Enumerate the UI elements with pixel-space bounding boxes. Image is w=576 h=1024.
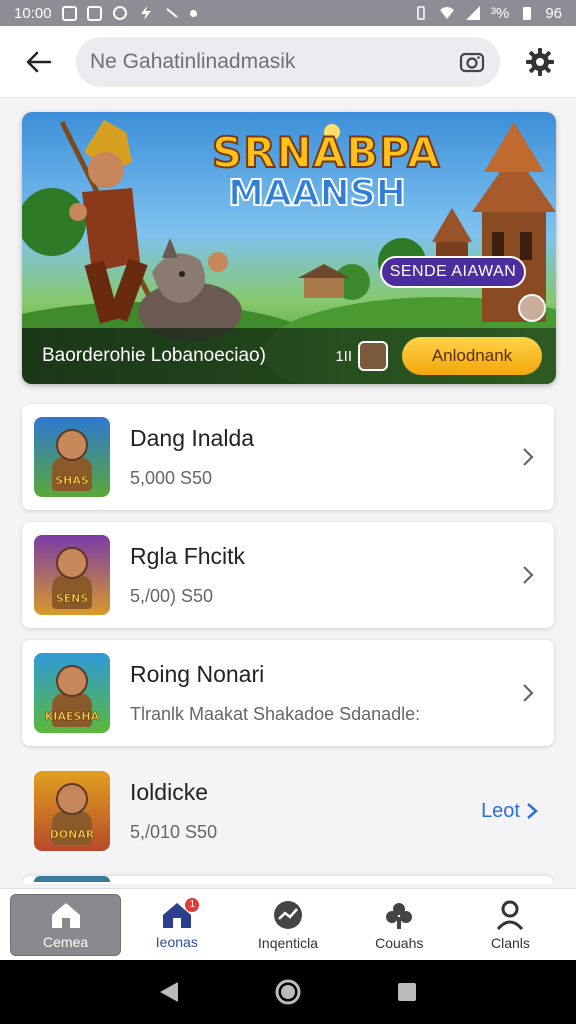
profile-icon <box>494 899 526 935</box>
system-recents-button[interactable] <box>392 977 422 1007</box>
dot-icon <box>189 9 197 17</box>
search-box[interactable] <box>76 36 500 87</box>
circle-home-icon <box>275 979 301 1005</box>
nav-item-house-badge[interactable]: 1 Ieonas <box>121 894 232 956</box>
game-info: Ioldicke 5,/010 S50 <box>130 779 481 843</box>
square-recents-icon <box>397 983 416 1001</box>
download-icon <box>86 5 102 21</box>
thumbnail-figure-face <box>56 547 88 579</box>
banner-meta: 1II <box>335 341 388 371</box>
status-time: 10:00 <box>14 4 52 22</box>
banner-footer: Baorderohie Lobanoeciao) 1II Anlodnank <box>22 328 556 384</box>
club-icon <box>383 899 415 935</box>
status-right: ³% 96 <box>413 5 562 22</box>
game-info: Dang Inalda 5,000 S50 <box>130 425 518 489</box>
game-list-item[interactable]: SENS Rgla Fhcitk 5,/00) S50 <box>22 522 554 628</box>
signal-label: ³% <box>490 4 510 22</box>
game-title: Roing Nonari <box>130 661 265 687</box>
battery-level: 96 <box>545 4 562 22</box>
thumbnail-label: SHAS <box>55 474 89 488</box>
game-title: Rgla Fhcitk <box>130 543 246 569</box>
banner-caption: Baorderohie Lobanoeciao) <box>42 345 266 366</box>
arrow-left-icon <box>26 51 52 72</box>
game-subtitle: 5,/010 S50 <box>130 822 218 842</box>
nav-item-label: Inqenticla <box>258 934 318 951</box>
banner-title-line1: SRNABPA <box>211 128 441 177</box>
thumbnail-label: SENS <box>55 592 89 606</box>
nav-item-profile[interactable]: Clanls <box>455 894 566 956</box>
top-bar <box>0 26 576 98</box>
home-icon <box>49 900 83 934</box>
battery-icon <box>523 7 532 20</box>
game-subtitle: 5,/00) S50 <box>130 586 214 606</box>
system-back-button[interactable] <box>154 977 184 1007</box>
camera-button[interactable] <box>458 48 486 76</box>
game-thumbnail: DONAR <box>34 771 110 851</box>
more-link-label: Leot <box>481 799 520 822</box>
game-info: Rgla Fhcitk 5,/00) S50 <box>130 543 518 607</box>
game-title: Ioldicke <box>130 779 208 805</box>
next-list-item-peek[interactable] <box>22 876 554 884</box>
nav-item-home[interactable]: Cemea <box>10 893 122 956</box>
notification-icon <box>61 5 77 21</box>
thumbnail-label: DONAR <box>49 828 95 842</box>
charge-icon <box>140 6 151 20</box>
chevron-right-icon[interactable] <box>518 447 538 467</box>
game-subtitle: Tlranlk Maakat Shakadoe Sdanadle: <box>130 704 421 724</box>
share-icon[interactable] <box>518 294 546 322</box>
chevron-right-icon <box>527 803 538 819</box>
link-icon <box>165 8 178 18</box>
thumbnail-figure-face <box>56 783 88 815</box>
gear-icon <box>526 47 554 76</box>
mini-thumbnail <box>358 341 388 371</box>
status-bar: 10:00 ³% 96 <box>0 0 576 26</box>
wifi-icon <box>439 7 454 19</box>
back-button[interactable] <box>18 42 58 82</box>
game-title: Dang Inalda <box>130 425 255 451</box>
banner-title: SRNABPA MAANSH <box>211 128 441 214</box>
banner-title-line2: MAANSH <box>227 173 407 214</box>
game-list-item[interactable]: SHAS Dang Inalda 5,000 S50 <box>22 404 554 510</box>
chevron-right-icon[interactable] <box>518 565 538 585</box>
search-input[interactable] <box>90 49 458 74</box>
notification-badge: 1 <box>185 897 200 912</box>
game-thumbnail: SENS <box>34 535 110 615</box>
game-info: Roing Nonari Tlranlk Maakat Shakadoe Sda… <box>130 661 518 725</box>
sync-icon <box>112 6 127 20</box>
game-list-item[interactable]: KIAESHA Roing Nonari Tlranlk Maakat Shak… <box>22 640 554 746</box>
game-list-item[interactable]: DONAR Ioldicke 5,/010 S50 Leot <box>22 758 554 864</box>
thumbnail-figure-face <box>56 665 88 697</box>
banner-meta-text: 1II <box>335 347 352 365</box>
nav-item-label: Couahs <box>375 934 424 951</box>
thumbnail-figure-face <box>56 429 88 461</box>
system-home-button[interactable] <box>273 977 303 1007</box>
more-link[interactable]: Leot <box>481 800 538 823</box>
game-thumbnail: KIAESHA <box>34 653 110 733</box>
status-left: 10:00 <box>14 5 197 22</box>
game-thumbnail <box>34 876 110 882</box>
trend-icon <box>272 899 304 935</box>
nav-item-label: Ieonas <box>155 933 198 950</box>
game-subtitle: 5,000 S50 <box>130 468 213 488</box>
nav-item-label: Clanls <box>490 934 530 951</box>
game-thumbnail: SHAS <box>34 417 110 497</box>
game-list: SHAS Dang Inalda 5,000 S50 SENS Rgla Fhc… <box>22 404 554 884</box>
banner-action-button[interactable]: Anlodnank <box>402 337 542 375</box>
featured-banner[interactable]: SRNABPA MAANSH SENDE AIAWAN Baorderohie … <box>22 112 556 384</box>
system-navigation <box>0 960 576 1024</box>
nav-item-trend[interactable]: Inqenticla <box>232 894 343 956</box>
banner-tag-button[interactable]: SENDE AIAWAN <box>380 256 526 288</box>
bottom-navigation: Cemea 1 Ieonas Inqenticla Couahs Clanls <box>0 888 576 960</box>
settings-button[interactable] <box>522 44 558 80</box>
signal-icon <box>465 6 480 20</box>
chevron-right-icon[interactable] <box>518 683 538 703</box>
triangle-back-icon <box>160 982 179 1002</box>
nav-item-club[interactable]: Couahs <box>344 894 455 956</box>
camera-icon <box>459 52 485 72</box>
nav-item-label: Cemea <box>43 933 89 950</box>
thumbnail-label: KIAESHA <box>44 710 100 724</box>
vibrate-icon <box>417 6 425 20</box>
